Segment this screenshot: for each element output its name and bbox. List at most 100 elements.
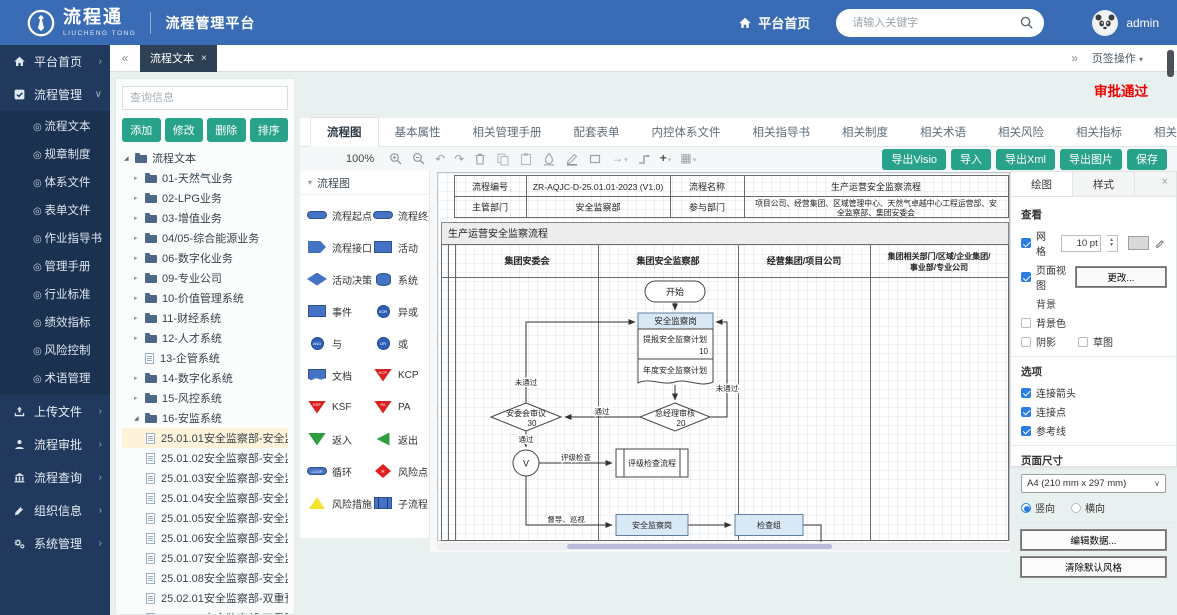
main-tab[interactable]: 流程图 xyxy=(310,117,379,147)
export-action-button[interactable]: 导出Visio xyxy=(882,149,946,170)
flowchart-page[interactable]: 流程编号 ZR-AQJC-D-25.01.01-2023 (V1.0) 流程名称… xyxy=(437,172,1010,541)
tree-leaf[interactable]: 25.01.03安全监察部-安全监 xyxy=(122,468,288,488)
tree-folder[interactable]: 09-专业公司 xyxy=(122,268,288,288)
avatar[interactable] xyxy=(1092,10,1118,36)
main-tab[interactable]: 相关术语 xyxy=(904,118,982,146)
tree-root[interactable]: 流程文本 xyxy=(122,148,288,168)
sidebar-subitem[interactable]: 作业指导书 xyxy=(0,225,110,253)
palette-shape-end[interactable]: 流程终点 xyxy=(372,199,430,231)
page-view-checkbox[interactable]: 页面视图 xyxy=(1021,262,1070,292)
sidebar-item-upload[interactable]: 上传文件 › xyxy=(0,395,110,428)
sidebar-item-org[interactable]: 组织信息 › xyxy=(0,494,110,527)
tree-leaf[interactable]: 25.01.05安全监察部-安全监 xyxy=(122,508,288,528)
palette-shape-kcp[interactable]: KCPKCP xyxy=(372,359,430,391)
palette-shape-xor[interactable]: XOR异或 xyxy=(372,295,430,327)
palette-shape-or[interactable]: OR或 xyxy=(372,327,430,359)
tree-folder[interactable]: 11-财经系统 xyxy=(122,308,288,328)
undo-icon[interactable]: ↶ xyxy=(435,152,445,166)
arrow-style-dropdown[interactable]: → xyxy=(611,151,628,168)
sidebar-subitem[interactable]: 体系文件 xyxy=(0,169,110,197)
main-tab[interactable]: 基本属性 xyxy=(379,118,457,146)
guides-checkbox[interactable]: 参考线 xyxy=(1021,423,1066,438)
fill-color-icon[interactable] xyxy=(542,152,556,166)
connect-points-checkbox[interactable]: 连接点 xyxy=(1021,404,1066,419)
tree-folder[interactable]: 10-价值管理系统 xyxy=(122,288,288,308)
sidebar-subitem[interactable]: 绩效指标 xyxy=(0,309,110,337)
collapse-tabs-icon[interactable]: « xyxy=(110,51,140,65)
clear-default-style-button[interactable]: 清除默认风格 xyxy=(1021,557,1166,577)
main-tab[interactable]: 相关管理手册 xyxy=(457,118,558,146)
tree-folder[interactable]: 01-天然气业务 xyxy=(122,168,288,188)
panel-tab-style[interactable]: 样式 xyxy=(1073,172,1135,196)
sidebar-subitem[interactable]: 规章制度 xyxy=(0,141,110,169)
page-size-select[interactable]: A4 (210 mm x 297 mm) ∨ xyxy=(1021,474,1166,493)
close-panel-icon[interactable]: × xyxy=(1154,172,1176,196)
change-background-button[interactable]: 更改... xyxy=(1076,267,1166,287)
tree-toggle-icon[interactable] xyxy=(134,334,145,342)
palette-shape-subprocess[interactable]: 子流程 xyxy=(372,487,430,519)
tab-process-text[interactable]: 流程文本 × xyxy=(140,45,217,72)
export-action-button[interactable]: 导入 xyxy=(951,149,991,170)
bg-color-checkbox[interactable]: 背景色 xyxy=(1021,315,1066,330)
grid-checkbox[interactable]: 网格 xyxy=(1021,228,1055,258)
tree-leaf[interactable]: 25.02.01安全监察部-双重预 xyxy=(122,588,288,608)
palette-header[interactable]: ▾ 流程图 xyxy=(300,171,429,195)
palette-shape-pa[interactable]: PAPA xyxy=(372,391,430,423)
tree-toggle-icon[interactable] xyxy=(134,394,145,402)
sidebar-item-approval[interactable]: 流程审批 › xyxy=(0,428,110,461)
export-action-button[interactable]: 保存 xyxy=(1127,149,1167,170)
main-tab[interactable]: 相关说明 xyxy=(1138,118,1177,146)
search-icon[interactable] xyxy=(1019,15,1034,30)
tree-folder[interactable]: 12-人才系统 xyxy=(122,328,288,348)
main-tab[interactable]: 相关指标 xyxy=(1060,118,1138,146)
palette-shape-document[interactable]: 文档 xyxy=(306,359,372,391)
main-tab[interactable]: 相关风险 xyxy=(982,118,1060,146)
tree-toggle-icon[interactable] xyxy=(134,194,145,202)
palette-shape-interface[interactable]: 流程接口 xyxy=(306,231,372,263)
grid-size-input[interactable]: 10 pt xyxy=(1061,235,1100,252)
grid-color-swatch[interactable] xyxy=(1128,236,1150,250)
sidebar-subitem[interactable]: 术语管理 xyxy=(0,365,110,393)
shape-outline-icon[interactable] xyxy=(588,152,602,166)
palette-shape-return-out[interactable]: 返出 xyxy=(372,423,430,455)
export-action-button[interactable]: 导出图片 xyxy=(1060,149,1122,170)
palette-shape-activity[interactable]: 活动 xyxy=(372,231,430,263)
copy-icon[interactable] xyxy=(496,152,510,166)
main-tab[interactable]: 相关制度 xyxy=(826,118,904,146)
palette-shape-risk-measure[interactable]: 风险措施 xyxy=(306,487,372,519)
delete-icon[interactable] xyxy=(473,152,487,166)
panel-tab-draw[interactable]: 绘图 xyxy=(1011,172,1073,196)
search-input[interactable] xyxy=(850,16,1019,30)
tree-leaf[interactable]: 25.01.01安全监察部-安全监 xyxy=(122,428,288,448)
query-action-button[interactable]: 删除 xyxy=(207,118,246,142)
tree-folder[interactable]: 16-安监系统 xyxy=(122,408,288,428)
line-color-icon[interactable] xyxy=(565,152,579,166)
close-tab-icon[interactable]: × xyxy=(201,53,207,64)
sidebar-subitem[interactable]: 表单文件 xyxy=(0,197,110,225)
connect-arrows-checkbox[interactable]: 连接箭头 xyxy=(1021,385,1076,400)
query-action-button[interactable]: 添加 xyxy=(122,118,161,142)
palette-shape-loop[interactable]: LOOP循环 xyxy=(306,455,372,487)
tree-folder[interactable]: 06-数字化业务 xyxy=(122,248,288,268)
home-link[interactable]: 平台首页 xyxy=(738,13,810,32)
tree-folder[interactable]: 04/05-综合能源业务 xyxy=(122,228,288,248)
tree-folder[interactable]: 15-风控系统 xyxy=(122,388,288,408)
palette-shape-and[interactable]: AND与 xyxy=(306,327,372,359)
tree-toggle-icon[interactable] xyxy=(134,415,145,422)
sidebar-subitem[interactable]: 行业标准 xyxy=(0,281,110,309)
tree-folder[interactable]: 14-数字化系统 xyxy=(122,368,288,388)
tree-toggle-icon[interactable] xyxy=(134,174,145,182)
paste-icon[interactable] xyxy=(519,152,533,166)
landscape-radio[interactable]: 横向 xyxy=(1071,500,1105,515)
tree-toggle-icon[interactable] xyxy=(134,274,145,282)
sidebar-subitem[interactable]: 管理手册 xyxy=(0,253,110,281)
sidebar-subitem[interactable]: 流程文本 xyxy=(0,113,110,141)
palette-shape-start[interactable]: 流程起点 xyxy=(306,199,372,231)
zoom-out-icon[interactable] xyxy=(412,152,426,166)
sketch-checkbox[interactable]: 草图 xyxy=(1078,334,1113,349)
sidebar-item-process-mgmt[interactable]: 流程管理 ∨ xyxy=(0,78,110,111)
forward-tabs-icon[interactable]: » xyxy=(1071,51,1078,65)
tree-leaf[interactable]: 25.01.08安全监察部-安全监 xyxy=(122,568,288,588)
edit-color-icon[interactable] xyxy=(1155,238,1166,249)
zoom-in-icon[interactable] xyxy=(389,152,403,166)
